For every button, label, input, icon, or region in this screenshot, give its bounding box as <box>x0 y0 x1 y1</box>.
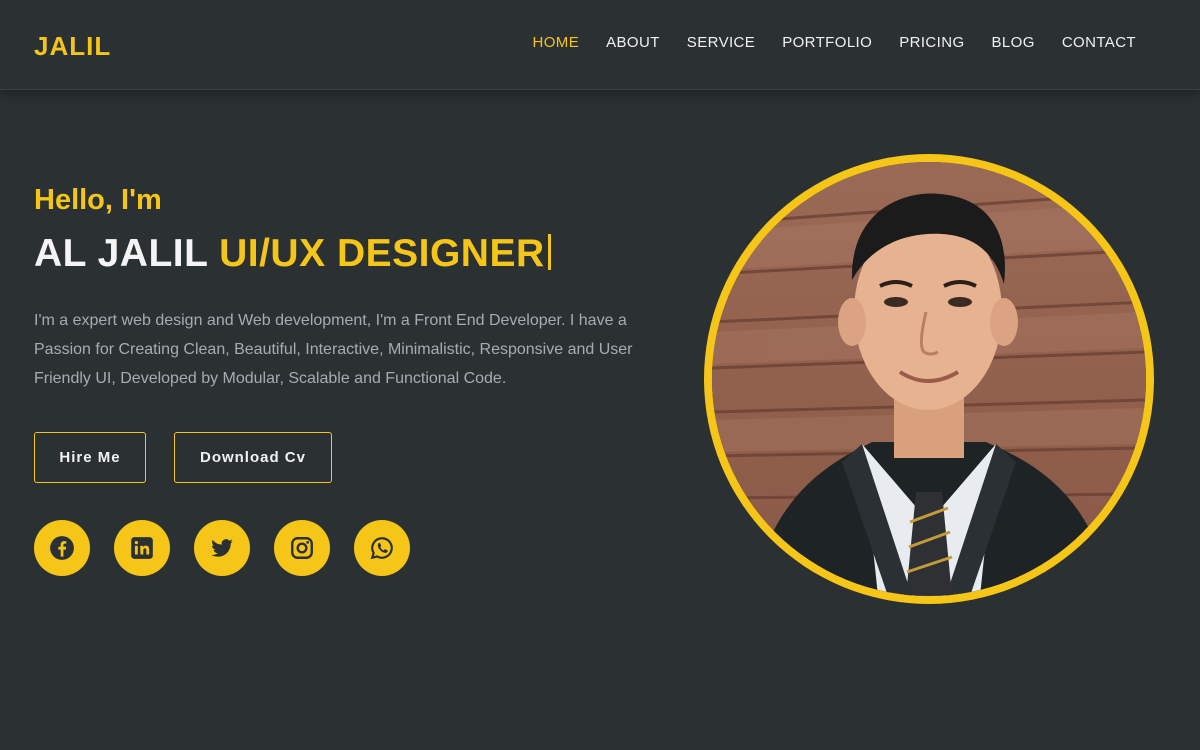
hero-title: AL JALIL UI/UX DESIGNER <box>34 232 551 276</box>
typing-cursor <box>547 234 551 270</box>
nav-item-contact[interactable]: CONTACT <box>1062 34 1136 51</box>
nav-item-blog[interactable]: BLOG <box>992 34 1035 51</box>
hire-me-button[interactable]: Hire Me <box>34 432 146 483</box>
nav-item-home[interactable]: HOME <box>533 34 580 51</box>
twitter-link[interactable] <box>194 520 250 576</box>
whatsapp-link[interactable] <box>354 520 410 576</box>
hero-role: UI/UX DESIGNER <box>219 232 545 275</box>
site-logo[interactable]: JALIL <box>34 31 111 62</box>
hero-name: AL JALIL <box>34 232 208 275</box>
whatsapp-icon <box>370 537 393 560</box>
linkedin-link[interactable] <box>114 520 170 576</box>
profile-photo <box>712 162 1146 596</box>
top-navbar: JALIL HOME ABOUT SERVICE PORTFOLIO PRICI… <box>0 0 1200 90</box>
profile-photo-frame <box>704 154 1154 604</box>
instagram-icon <box>291 537 313 559</box>
nav-item-about[interactable]: ABOUT <box>606 34 660 51</box>
facebook-link[interactable] <box>34 520 90 576</box>
hero-greeting: Hello, I'm <box>34 184 162 216</box>
main-nav: HOME ABOUT SERVICE PORTFOLIO PRICING BLO… <box>533 34 1137 51</box>
twitter-icon <box>211 539 233 557</box>
nav-item-portfolio[interactable]: PORTFOLIO <box>782 34 872 51</box>
social-links <box>34 520 410 576</box>
download-cv-button[interactable]: Download Cv <box>174 432 332 483</box>
profile-portrait <box>712 162 1146 596</box>
linkedin-icon <box>131 537 153 559</box>
hero-description: I'm a expert web design and Web developm… <box>34 312 633 387</box>
facebook-icon <box>50 536 74 560</box>
nav-item-pricing[interactable]: PRICING <box>899 34 964 51</box>
nav-item-service[interactable]: SERVICE <box>687 34 755 51</box>
instagram-link[interactable] <box>274 520 330 576</box>
